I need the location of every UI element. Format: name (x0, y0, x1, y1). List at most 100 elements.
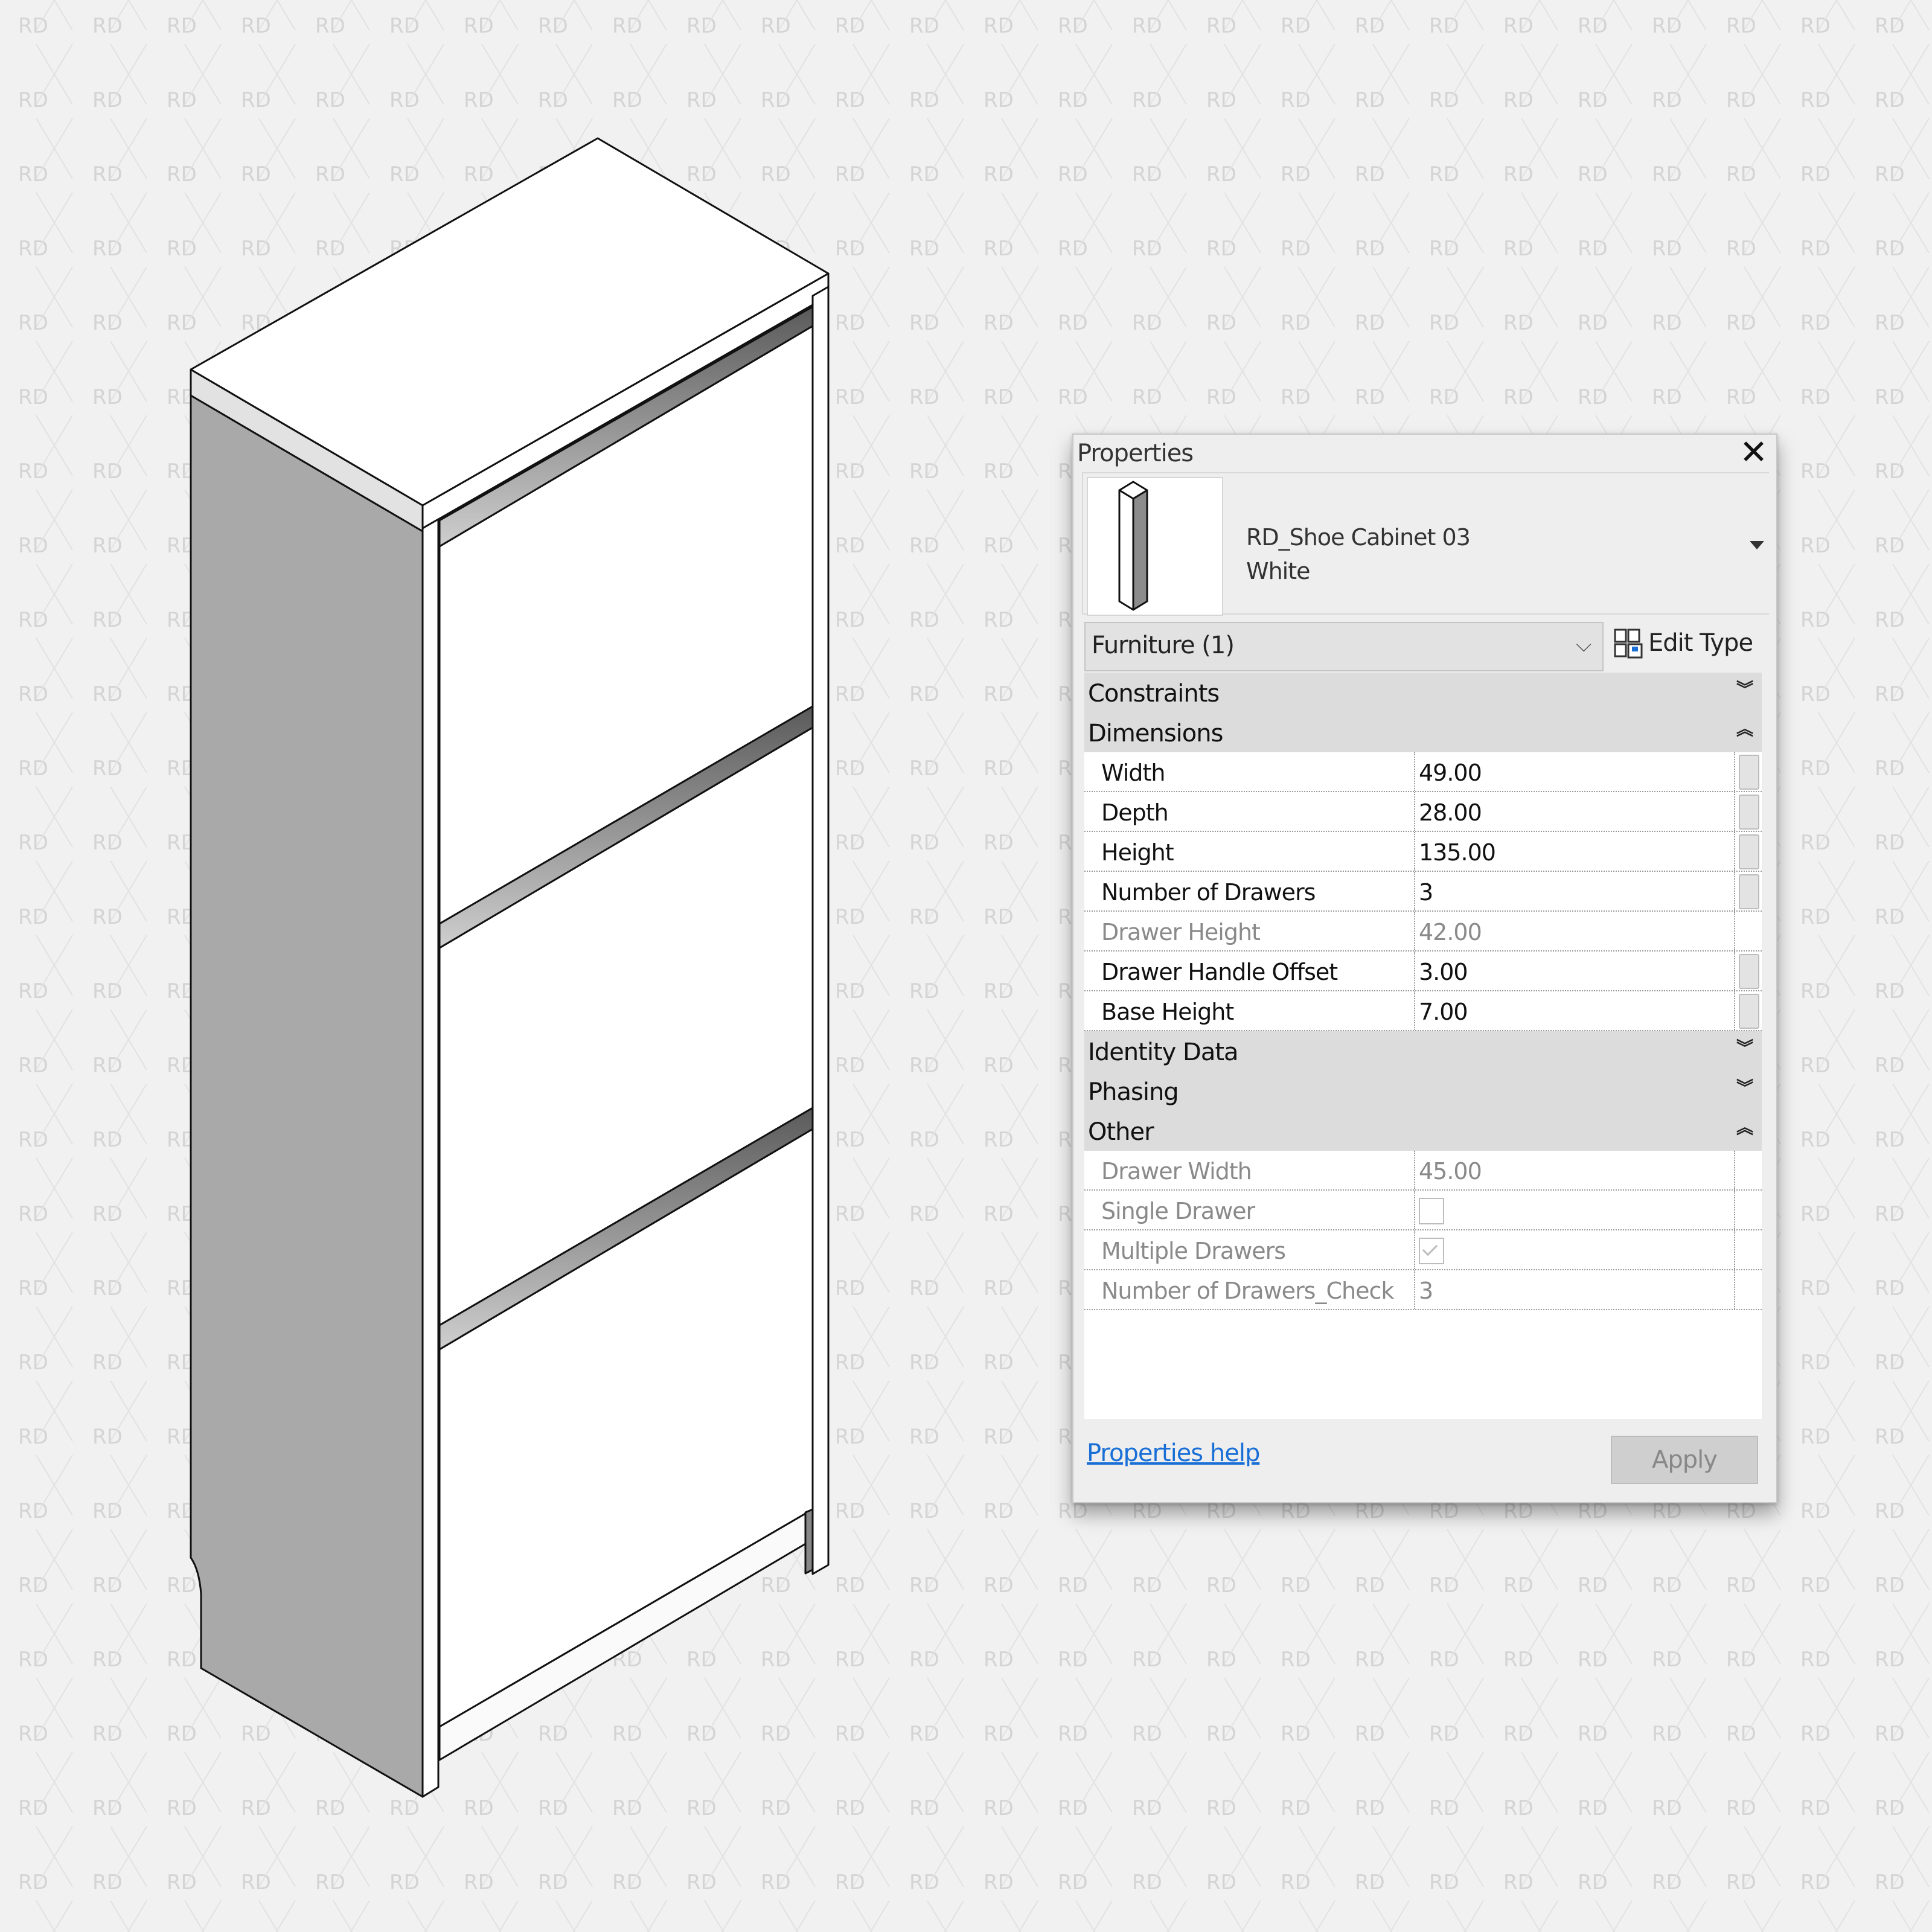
property-value: 45.00 (1419, 1158, 1482, 1185)
apply-button[interactable]: Apply (1611, 1436, 1758, 1484)
edit-type-icon (1614, 629, 1643, 659)
associate-parameter-cell (1734, 752, 1762, 791)
category-filter-dropdown[interactable]: Furniture (1) ⌵ (1084, 622, 1604, 671)
property-value: 3.00 (1419, 959, 1468, 985)
property-name: Depth (1101, 799, 1169, 826)
associate-parameter-button[interactable] (1739, 994, 1759, 1029)
property-checkbox-cell (1414, 1230, 1735, 1269)
group-label: Identity Data (1088, 1038, 1239, 1066)
property-name: Single Drawer (1101, 1198, 1255, 1224)
type-thumbnail (1087, 477, 1223, 616)
associate-parameter-button[interactable] (1739, 834, 1759, 869)
property-row: Drawer Handle Offset 3.00 (1084, 952, 1762, 991)
associate-parameter-cell (1734, 1151, 1762, 1189)
associate-parameter-cell (1734, 792, 1762, 831)
cabinet-3d-view[interactable] (0, 0, 906, 1872)
property-row: Base Height 7.00 (1084, 991, 1762, 1031)
property-value: 3 (1419, 879, 1433, 906)
property-value: 49.00 (1419, 760, 1482, 786)
associate-parameter-cell (1734, 1191, 1762, 1229)
expand-chevron-icon[interactable]: ︾ (1736, 1075, 1753, 1099)
collapse-chevron-icon[interactable]: ︽ (1736, 716, 1753, 740)
property-value-field: 45.00 (1414, 1151, 1735, 1189)
collapse-chevron-icon[interactable]: ︽ (1736, 1115, 1753, 1139)
property-name: Base Height (1101, 999, 1234, 1025)
property-name: Drawer Height (1101, 919, 1261, 945)
group-header-other[interactable]: Other ︽ (1084, 1111, 1762, 1151)
property-row: Drawer Width 45.00 (1084, 1151, 1762, 1191)
type-selector[interactable]: RD_Shoe Cabinet 03 White (1082, 472, 1769, 616)
property-value-field[interactable]: 28.00 (1414, 792, 1735, 831)
associate-parameter-button[interactable] (1739, 795, 1759, 830)
expand-chevron-icon[interactable]: ︾ (1736, 1035, 1753, 1059)
checkbox (1419, 1198, 1444, 1224)
grid-empty-area (1084, 1310, 1762, 1419)
property-name: Drawer Width (1101, 1158, 1252, 1185)
associate-parameter-button[interactable] (1739, 954, 1759, 989)
group-header-dimensions[interactable]: Dimensions ︽ (1084, 712, 1762, 752)
property-row: Single Drawer (1084, 1191, 1762, 1230)
property-name: Number of Drawers_Check (1101, 1278, 1394, 1304)
associate-parameter-cell (1734, 872, 1762, 910)
panel-titlebar[interactable]: Properties ✕ (1073, 435, 1776, 471)
property-value-field[interactable]: 3 (1414, 872, 1735, 910)
property-row: Depth 28.00 (1084, 792, 1762, 832)
property-value-field: 42.00 (1414, 912, 1735, 950)
property-name: Number of Drawers (1101, 879, 1316, 906)
property-checkbox-cell (1414, 1191, 1735, 1229)
property-row: Number of Drawers 3 (1084, 872, 1762, 912)
properties-panel: Properties ✕ RD_Shoe Cabinet 03 White Fu… (1072, 433, 1777, 1503)
associate-parameter-cell (1734, 832, 1762, 871)
property-name: Drawer Handle Offset (1101, 959, 1338, 985)
triangle-down-icon[interactable] (1750, 541, 1764, 549)
group-label: Dimensions (1088, 720, 1223, 747)
property-name: Height (1101, 839, 1174, 866)
close-icon[interactable]: ✕ (1739, 435, 1768, 471)
property-value-field[interactable]: 7.00 (1414, 991, 1735, 1030)
group-label: Constraints (1088, 680, 1220, 708)
associate-parameter-cell (1734, 1270, 1762, 1309)
property-value: 28.00 (1419, 799, 1482, 826)
associate-parameter-button[interactable] (1739, 755, 1759, 790)
property-row: Multiple Drawers (1084, 1230, 1762, 1270)
group-label: Phasing (1088, 1078, 1179, 1106)
group-header-constraints[interactable]: Constraints ︾ (1084, 673, 1762, 712)
checkbox (1419, 1238, 1444, 1264)
properties-grid: Constraints ︾ Dimensions ︽ Width 49.00 Depth 28… (1084, 673, 1762, 1419)
property-value-field[interactable]: 3.00 (1414, 952, 1735, 990)
property-value-field[interactable]: 135.00 (1414, 832, 1735, 871)
property-row: Height 135.00 (1084, 832, 1762, 872)
edit-type-label: Edit Type (1648, 629, 1753, 657)
expand-chevron-icon[interactable]: ︾ (1736, 676, 1753, 700)
plinth-side (804, 1508, 814, 1575)
associate-parameter-cell (1734, 952, 1762, 990)
property-value-field: 3 (1414, 1270, 1735, 1309)
cabinet-right-frame (811, 286, 830, 1575)
property-value-field[interactable]: 49.00 (1414, 752, 1735, 791)
property-value: 135.00 (1419, 839, 1496, 866)
type-value: White (1246, 558, 1310, 584)
property-value: 42.00 (1419, 919, 1482, 945)
cabinet-thumbnail-icon (1118, 481, 1148, 611)
group-header-identity-data[interactable]: Identity Data ︾ (1084, 1031, 1762, 1071)
cabinet-front-frame (421, 518, 440, 1798)
group-label: Other (1088, 1118, 1154, 1146)
property-value: 7.00 (1419, 999, 1468, 1025)
associate-parameter-button[interactable] (1739, 874, 1759, 909)
associate-parameter-cell (1734, 912, 1762, 950)
associate-parameter-cell (1734, 1230, 1762, 1269)
family-name: RD_Shoe Cabinet 03 (1246, 524, 1471, 551)
property-row: Number of Drawers_Check 3 (1084, 1270, 1762, 1310)
property-value: 3 (1419, 1278, 1433, 1304)
group-header-phasing[interactable]: Phasing ︾ (1084, 1071, 1762, 1111)
chevron-down-icon: ⌵ (1576, 633, 1591, 657)
cabinet-left-side (190, 394, 424, 1798)
property-name: Width (1101, 760, 1165, 786)
properties-help-link[interactable]: Properties help (1087, 1439, 1260, 1467)
panel-title: Properties (1077, 440, 1194, 467)
property-row: Drawer Height 42.00 (1084, 912, 1762, 952)
property-row: Width 49.00 (1084, 752, 1762, 792)
property-name: Multiple Drawers (1101, 1238, 1286, 1264)
category-filter-value: Furniture (1) (1092, 632, 1235, 659)
type-name: RD_Shoe Cabinet 03 White (1246, 520, 1471, 588)
